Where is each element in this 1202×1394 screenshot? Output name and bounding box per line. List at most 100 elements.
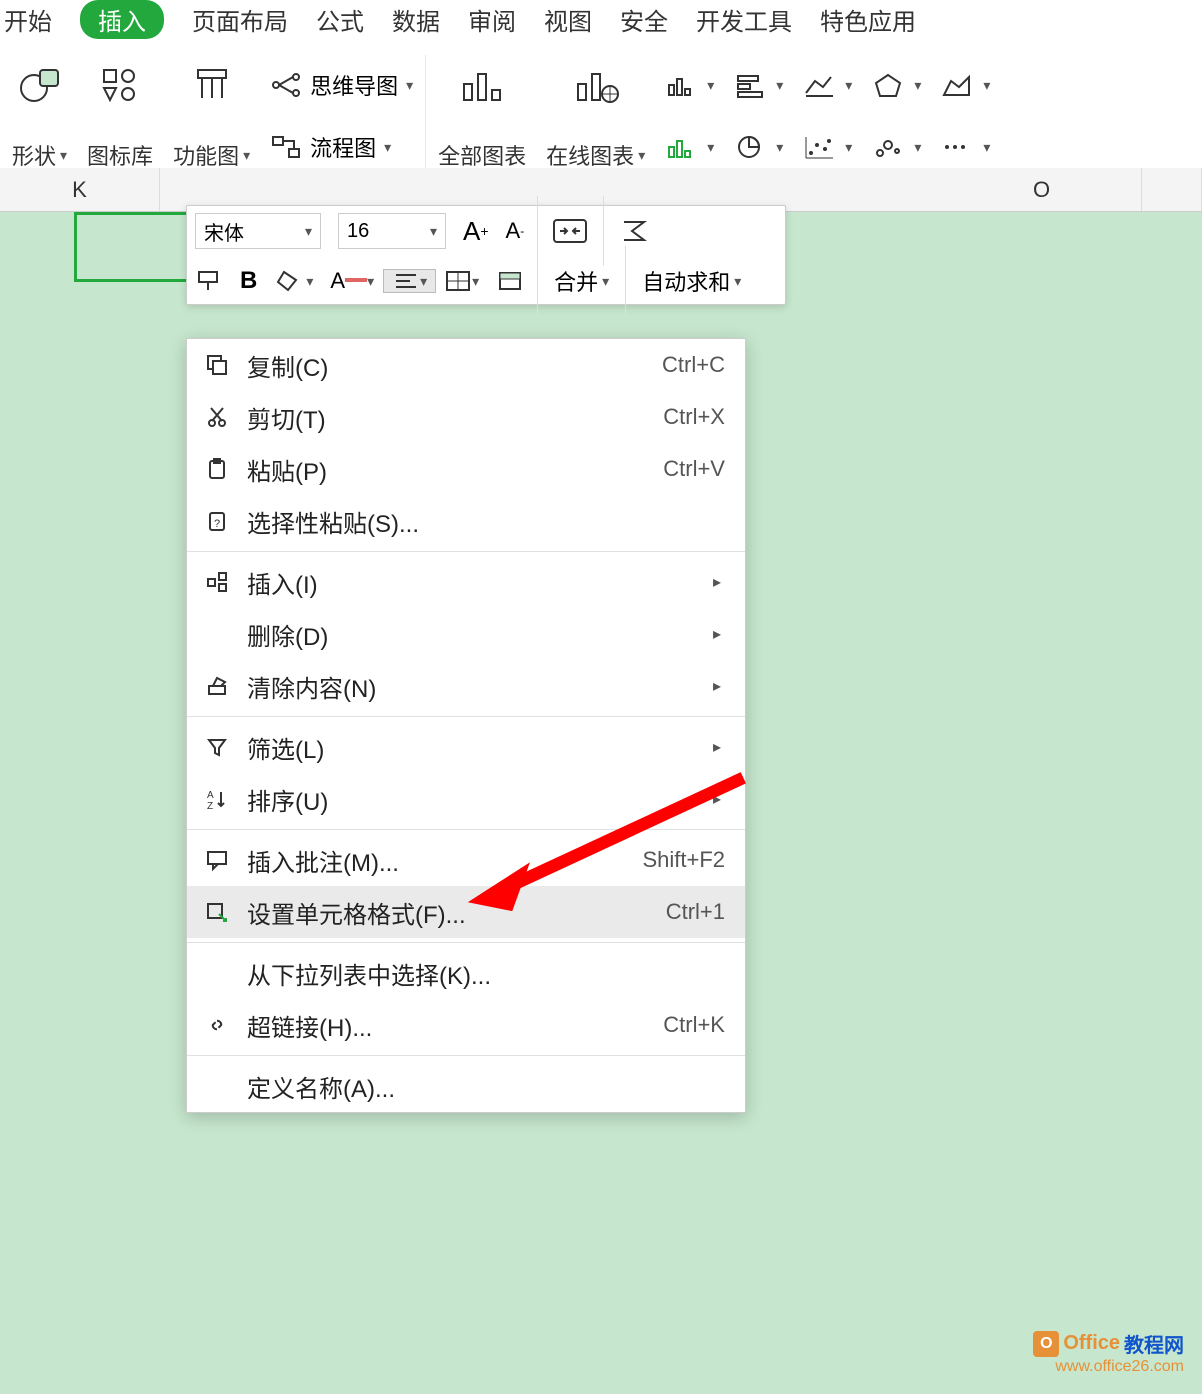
format-painter-button[interactable] xyxy=(187,268,232,294)
sort-icon: AZ xyxy=(203,785,231,813)
fill-color-button[interactable]: ▾ xyxy=(266,268,322,294)
cm-sort[interactable]: AZ 排序(U) ▸ xyxy=(187,773,745,825)
size-value: 16 xyxy=(347,220,369,243)
pie-chart-preset[interactable]: ▾ xyxy=(734,123,783,171)
tab-formula[interactable]: 公式 xyxy=(316,2,364,37)
area-chart-preset[interactable]: ▾ xyxy=(941,61,990,109)
insert-icon xyxy=(203,568,231,596)
cm-defname-label: 定义名称(A)... xyxy=(247,1069,725,1104)
font-shrink-button[interactable]: A- xyxy=(498,218,534,244)
comment-icon xyxy=(203,846,231,874)
ribbon-chart-presets-4: ▾ ▾ xyxy=(872,55,921,177)
autosum-icon[interactable] xyxy=(608,216,661,246)
cm-format-cells[interactable]: 设置单元格格式(F)... Ctrl+1 xyxy=(187,886,745,938)
cm-clear[interactable]: 清除内容(N) ▸ xyxy=(187,660,745,712)
col-o[interactable]: O xyxy=(942,168,1142,211)
svg-text:?: ? xyxy=(214,518,220,530)
ribbon-chart-presets-1: ▾ ▾ xyxy=(665,55,714,177)
merge-icon[interactable] xyxy=(542,216,599,246)
cm-dropdown-select[interactable]: 从下拉列表中选择(K)... xyxy=(187,947,745,999)
autosum-button[interactable]: 自动求和▾ xyxy=(630,265,753,297)
ribbon-mindmap[interactable]: 思维导图▾ xyxy=(270,61,413,109)
cm-delete[interactable]: 删除(D) ▸ xyxy=(187,608,745,660)
mini-toolbar: 宋体▾ 16▾ A+ A- B ▾ A▾ ▾ ▾ 合并▾ 自动求和▾ xyxy=(186,205,786,305)
dropdown-icon xyxy=(203,959,231,987)
cm-paste-shortcut: Ctrl+V xyxy=(663,456,725,482)
freeze-button[interactable] xyxy=(488,269,533,293)
font-color-button[interactable]: A▾ xyxy=(322,268,383,294)
cm-copy[interactable]: 复制(C) Ctrl+C xyxy=(187,339,745,391)
filter-icon xyxy=(203,733,231,761)
hbar-chart-preset[interactable]: ▾ xyxy=(734,61,783,109)
cm-filter[interactable]: 筛选(L) ▸ xyxy=(187,721,745,773)
cm-comment[interactable]: 插入批注(M)... Shift+F2 xyxy=(187,834,745,886)
cm-cut-shortcut: Ctrl+X xyxy=(663,404,725,430)
tab-page-layout[interactable]: 页面布局 xyxy=(192,2,288,37)
cm-insert[interactable]: 插入(I) ▸ xyxy=(187,556,745,608)
ribbon-icon-lib[interactable]: 图标库 xyxy=(87,55,153,177)
cm-hyper-label: 超链接(H)... xyxy=(247,1008,647,1043)
tab-developer[interactable]: 开发工具 xyxy=(696,2,792,37)
function-chart-icon xyxy=(187,61,237,107)
ribbon-function-chart[interactable]: 功能图▾ xyxy=(173,55,250,177)
cm-hyperlink[interactable]: 超链接(H)... Ctrl+K xyxy=(187,999,745,1051)
svg-text:A: A xyxy=(207,790,214,801)
tab-feature[interactable]: 特色应用 xyxy=(820,2,916,37)
main-tabs: 开始 插入 页面布局 公式 数据 审阅 视图 安全 开发工具 特色应用 xyxy=(0,0,1202,51)
tab-data[interactable]: 数据 xyxy=(392,2,440,37)
font-size-select[interactable]: 16▾ xyxy=(338,213,446,249)
ribbon: 形状▾ 图标库 功能图▾ 思维导图▾ 流程图▾ xyxy=(0,51,1202,179)
cm-paste[interactable]: 粘贴(P) Ctrl+V xyxy=(187,443,745,495)
merge-button[interactable]: 合并▾ xyxy=(542,265,621,297)
clear-icon xyxy=(203,672,231,700)
tab-view[interactable]: 视图 xyxy=(544,2,592,37)
online-charts-icon xyxy=(571,61,621,107)
border-button[interactable]: ▾ xyxy=(436,269,488,293)
iconlib-label: 图标库 xyxy=(87,139,153,171)
cm-insert-label: 插入(I) xyxy=(247,565,697,600)
scatter-chart-preset[interactable]: ▾ xyxy=(803,123,852,171)
ribbon-all-charts[interactable]: 全部图表 xyxy=(438,55,526,177)
line-chart-preset[interactable]: ▾ xyxy=(803,61,852,109)
cut-icon xyxy=(203,403,231,431)
tab-security[interactable]: 安全 xyxy=(620,2,668,37)
cm-define-name[interactable]: 定义名称(A)... xyxy=(187,1060,745,1112)
wm-url: www.office26.com xyxy=(1033,1358,1184,1376)
cm-paste-label: 粘贴(P) xyxy=(247,452,647,487)
cm-copy-shortcut: Ctrl+C xyxy=(662,352,725,378)
svg-text:Z: Z xyxy=(207,801,213,811)
context-menu: 复制(C) Ctrl+C 剪切(T) Ctrl+X 粘贴(P) Ctrl+V ?… xyxy=(186,338,746,1113)
tab-insert[interactable]: 插入 xyxy=(80,0,164,39)
ribbon-chart-presets-3: ▾ ▾ xyxy=(803,55,852,177)
align-button[interactable]: ▾ xyxy=(383,269,436,293)
mindmap-icon xyxy=(270,71,302,99)
bold-button[interactable]: B xyxy=(232,267,266,295)
more-chart-preset[interactable]: ▾ xyxy=(941,123,990,171)
ribbon-flowchart[interactable]: 流程图▾ xyxy=(270,123,413,171)
cm-hyper-shortcut: Ctrl+K xyxy=(663,1012,725,1038)
cm-comment-shortcut: Shift+F2 xyxy=(642,847,725,873)
cm-copy-label: 复制(C) xyxy=(247,348,646,383)
bar-chart-preset-2[interactable]: ▾ xyxy=(665,123,714,171)
bubble-chart-preset[interactable]: ▾ xyxy=(872,123,921,171)
tab-review[interactable]: 审阅 xyxy=(468,2,516,37)
font-value: 宋体 xyxy=(204,217,244,246)
onlinecharts-label: 在线图表 xyxy=(546,139,634,171)
cm-comment-label: 插入批注(M)... xyxy=(247,843,626,878)
allcharts-label: 全部图表 xyxy=(438,139,526,171)
cm-cut[interactable]: 剪切(T) Ctrl+X xyxy=(187,391,745,443)
bar-chart-preset[interactable]: ▾ xyxy=(665,61,714,109)
ribbon-shapes[interactable]: 形状▾ xyxy=(12,55,67,177)
ribbon-online-charts[interactable]: 在线图表▾ xyxy=(546,55,645,177)
radar-chart-preset[interactable]: ▾ xyxy=(872,61,921,109)
tab-start[interactable]: 开始 xyxy=(4,2,52,37)
font-select[interactable]: 宋体▾ xyxy=(195,213,321,249)
col-k[interactable]: K xyxy=(0,168,160,211)
watermark-logo-icon: O xyxy=(1033,1331,1059,1357)
watermark: O Office教程网 www.office26.com xyxy=(1033,1329,1184,1376)
cm-dropdown-label: 从下拉列表中选择(K)... xyxy=(247,956,725,991)
font-grow-button[interactable]: A+ xyxy=(455,216,498,247)
cm-cut-label: 剪切(T) xyxy=(247,400,647,435)
format-cells-icon xyxy=(203,898,231,926)
cm-paste-special[interactable]: ? 选择性粘贴(S)... xyxy=(187,495,745,547)
